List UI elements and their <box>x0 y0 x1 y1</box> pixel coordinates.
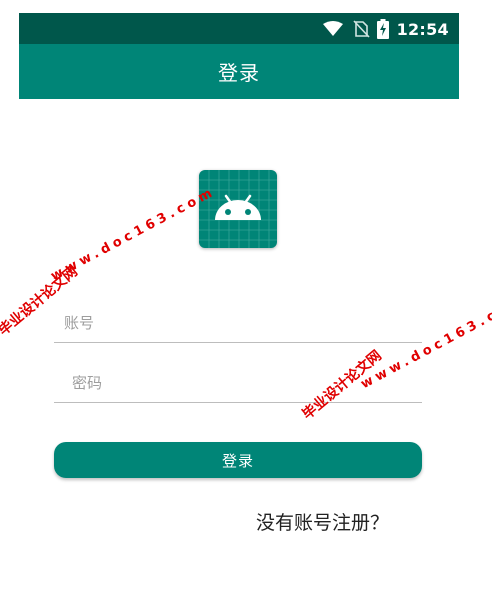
status-bar: 12:54 <box>19 13 459 44</box>
password-input[interactable] <box>54 363 422 403</box>
status-time: 12:54 <box>396 19 449 39</box>
login-screen: 12:54 登录 账号 登录 没有账号注册？ 毕业设计论文网 www.doc16… <box>0 0 492 598</box>
status-icons: 12:54 <box>322 17 449 41</box>
android-logo-icon <box>199 170 277 248</box>
wifi-icon <box>322 21 343 36</box>
watermark-url: www.doc163.com <box>48 184 219 285</box>
battery-charging-icon <box>376 19 389 39</box>
register-link[interactable]: 没有账号注册？ <box>256 508 389 535</box>
account-input[interactable] <box>54 303 422 343</box>
app-bar: 登录 <box>19 44 459 99</box>
page-title: 登录 <box>218 61 260 85</box>
login-button[interactable]: 登录 <box>54 442 422 478</box>
no-sim-icon <box>352 20 370 38</box>
